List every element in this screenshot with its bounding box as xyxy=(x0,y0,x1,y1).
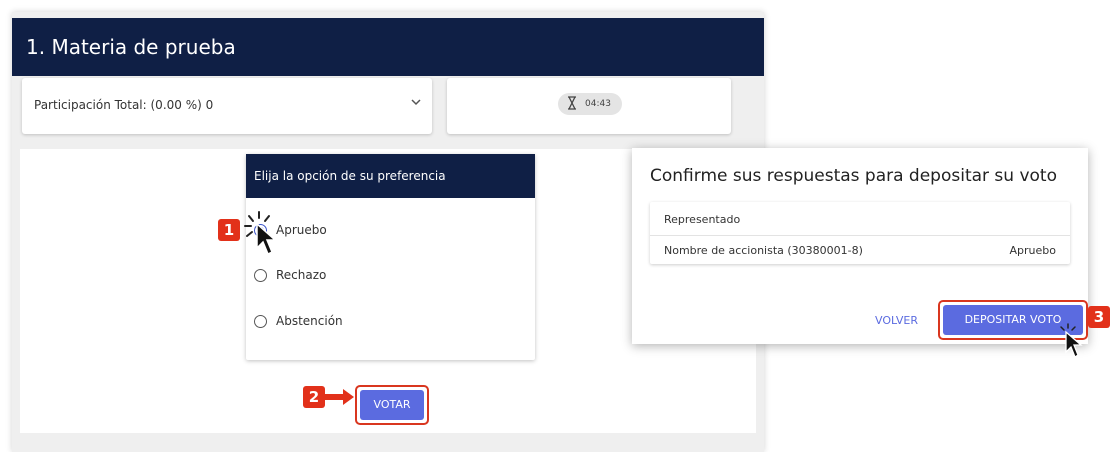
shareholder-answer: Apruebo xyxy=(1009,244,1056,257)
step-badge-3: 3 xyxy=(1088,306,1110,328)
participation-dropdown[interactable]: Participación Total: (0.00 %) 0 xyxy=(22,78,432,134)
chevron-down-icon xyxy=(410,96,422,111)
click-burst-icon xyxy=(244,211,277,256)
hourglass-icon xyxy=(567,96,577,114)
radio-rechazo[interactable] xyxy=(254,269,267,282)
timer-value: 04:43 xyxy=(585,99,611,109)
option-label: Apruebo xyxy=(276,223,327,237)
options-title: Elija la opción de su preferencia xyxy=(246,154,535,198)
option-label: Rechazo xyxy=(276,268,327,282)
dialog-title: Confirme sus respuestas para depositar s… xyxy=(650,166,1057,186)
participation-label: Participación Total: (0.00 %) 0 xyxy=(34,98,214,112)
radio-abstencion[interactable] xyxy=(254,315,267,328)
votar-button[interactable]: VOTAR xyxy=(360,390,424,420)
cursor-icon xyxy=(1060,323,1083,358)
summary-table: Representado Nombre de accionista (30380… xyxy=(650,202,1070,264)
panel-title: 1. Materia de prueba xyxy=(12,18,764,76)
confirm-dialog: Confirme sus respuestas para depositar s… xyxy=(632,148,1088,344)
options-card: Elija la opción de su preferencia Aprueb… xyxy=(246,154,535,360)
option-label: Abstención xyxy=(276,314,343,328)
arrow-right-icon xyxy=(325,389,354,405)
shareholder-name: Nombre de accionista (30380001-8) xyxy=(664,244,863,257)
volver-button[interactable]: VOLVER xyxy=(875,314,918,327)
timer-chip: 04:43 xyxy=(558,93,622,115)
table-header: Representado xyxy=(664,213,741,226)
divider xyxy=(650,235,1070,236)
step-badge-2: 2 xyxy=(303,386,325,408)
timer-card: 04:43 xyxy=(447,78,731,134)
step-badge-1: 1 xyxy=(218,219,240,241)
